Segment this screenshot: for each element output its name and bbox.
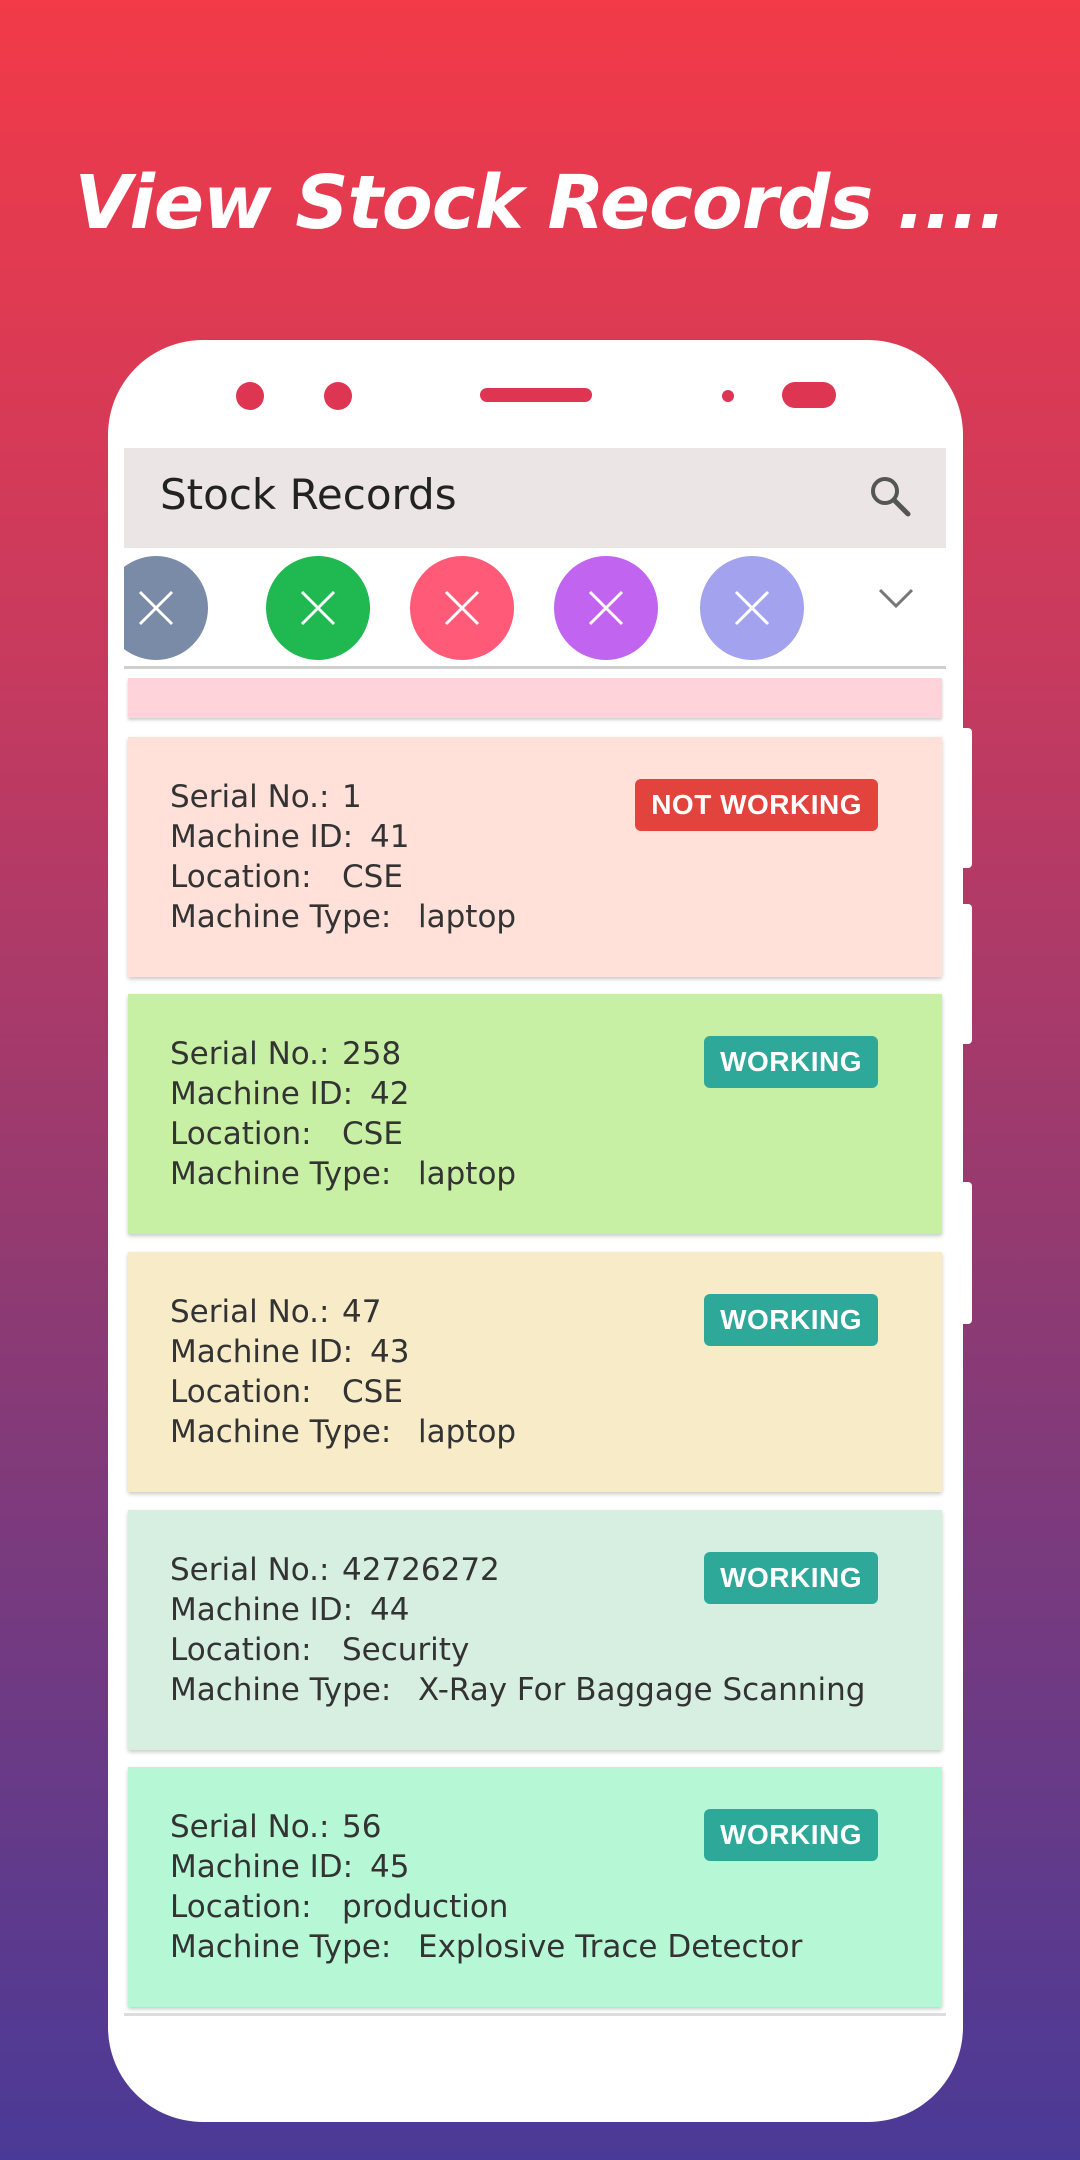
app-screen: Stock Records Serial No.: 1 Machine ID: 41 L… [124,448,946,2016]
chevron-down-icon[interactable] [876,586,916,610]
status-badge: NOT WORKING [635,779,878,831]
field-label: Serial No.: [170,1036,330,1072]
close-icon [588,590,624,626]
field-label: Machine Type: [170,1929,392,1965]
field-value: laptop [418,899,517,935]
field-label: Machine Type: [170,1672,392,1708]
close-icon [734,590,770,626]
record-field-location: Location: Security [170,1632,469,1668]
phone-side-button [962,1182,972,1324]
phone-camera [782,382,836,408]
record-field-machine-type: Machine Type: laptop [170,1156,516,1192]
filter-chip-bar [124,548,946,669]
record-field-serial: Serial No.: 47 [170,1294,381,1330]
field-label: Machine Type: [170,1414,392,1450]
record-card[interactable]: Serial No.: 42726272 Machine ID: 44 Location… [128,1510,942,1750]
record-field-location: Location: CSE [170,859,403,895]
field-label: Location: [170,859,312,895]
promo-headline: View Stock Records .... [74,160,1007,246]
field-label: Serial No.: [170,779,330,815]
field-label: Machine Type: [170,1156,392,1192]
phone-side-button [962,904,972,1044]
field-label: Serial No.: [170,1552,330,1588]
phone-sensor [324,382,352,410]
list-item[interactable] [128,678,942,718]
field-value: 56 [342,1809,382,1845]
record-card[interactable]: Serial No.: 47 Machine ID: 43 Location: CSE Ma… [128,1252,942,1492]
field-value: 42726272 [342,1552,500,1588]
phone-sensor [722,390,734,402]
field-value: laptop [418,1414,517,1450]
filter-chip[interactable] [700,556,804,660]
field-value: X-Ray For Baggage Scanning [418,1672,866,1708]
field-label: Location: [170,1374,312,1410]
field-value: 258 [342,1036,402,1072]
field-label: Serial No.: [170,1809,330,1845]
status-badge: WORKING [704,1294,878,1346]
record-card[interactable]: Serial No.: 258 Machine ID: 42 Location: CSE M… [128,994,942,1234]
record-field-location: Location: CSE [170,1116,403,1152]
field-value: CSE [342,859,403,895]
record-field-location: Location: production [170,1889,508,1925]
record-field-serial: Serial No.: 1 [170,779,362,815]
field-label: Machine ID: [170,1076,354,1112]
status-badge: WORKING [704,1036,878,1088]
field-value: Explosive Trace Detector [418,1929,803,1965]
field-value: 1 [342,779,362,815]
record-field-machine-id: Machine ID: 43 [170,1334,409,1370]
field-label: Machine ID: [170,1334,354,1370]
record-card[interactable]: Serial No.: 56 Machine ID: 45 Location: produ… [128,1767,942,2007]
record-field-machine-id: Machine ID: 41 [170,819,409,855]
status-badge: WORKING [704,1552,878,1604]
close-icon [444,590,480,626]
field-value: 44 [370,1592,410,1628]
field-value: 43 [370,1334,410,1370]
record-field-machine-type: Machine Type: laptop [170,1414,516,1450]
field-value: 47 [342,1294,382,1330]
record-card[interactable]: Serial No.: 1 Machine ID: 41 Location: CSE Mac… [128,737,942,977]
filter-chip[interactable] [410,556,514,660]
field-label: Location: [170,1889,312,1925]
close-icon [300,590,336,626]
record-field-machine-id: Machine ID: 44 [170,1592,409,1628]
record-field-location: Location: CSE [170,1374,403,1410]
field-value: CSE [342,1374,403,1410]
record-field-serial: Serial No.: 42726272 [170,1552,500,1588]
filter-chip[interactable] [124,556,208,660]
field-label: Machine ID: [170,819,354,855]
phone-sensor [236,382,264,410]
field-label: Serial No.: [170,1294,330,1330]
record-field-serial: Serial No.: 258 [170,1036,401,1072]
record-field-machine-id: Machine ID: 45 [170,1849,409,1885]
field-value: 42 [370,1076,410,1112]
field-value: laptop [418,1156,517,1192]
phone-side-button [962,728,972,868]
filter-chip[interactable] [554,556,658,660]
field-value: CSE [342,1116,403,1152]
search-icon[interactable] [866,472,914,520]
app-bar: Stock Records [124,448,946,548]
field-value: Security [342,1632,470,1668]
field-label: Machine ID: [170,1849,354,1885]
close-icon [138,590,174,626]
field-value: production [342,1889,509,1925]
record-field-machine-id: Machine ID: 42 [170,1076,409,1112]
field-value: 45 [370,1849,410,1885]
record-field-serial: Serial No.: 56 [170,1809,381,1845]
field-label: Location: [170,1632,312,1668]
status-badge: WORKING [704,1809,878,1861]
record-field-machine-type: Machine Type: Explosive Trace Detector [170,1929,802,1965]
field-label: Machine ID: [170,1592,354,1628]
phone-speaker [480,388,592,402]
record-field-machine-type: Machine Type: X-Ray For Baggage Scanning [170,1672,865,1708]
field-label: Location: [170,1116,312,1152]
page-title: Stock Records [160,470,457,519]
field-value: 41 [370,819,410,855]
filter-chip[interactable] [266,556,370,660]
field-label: Machine Type: [170,899,392,935]
record-field-machine-type: Machine Type: laptop [170,899,516,935]
